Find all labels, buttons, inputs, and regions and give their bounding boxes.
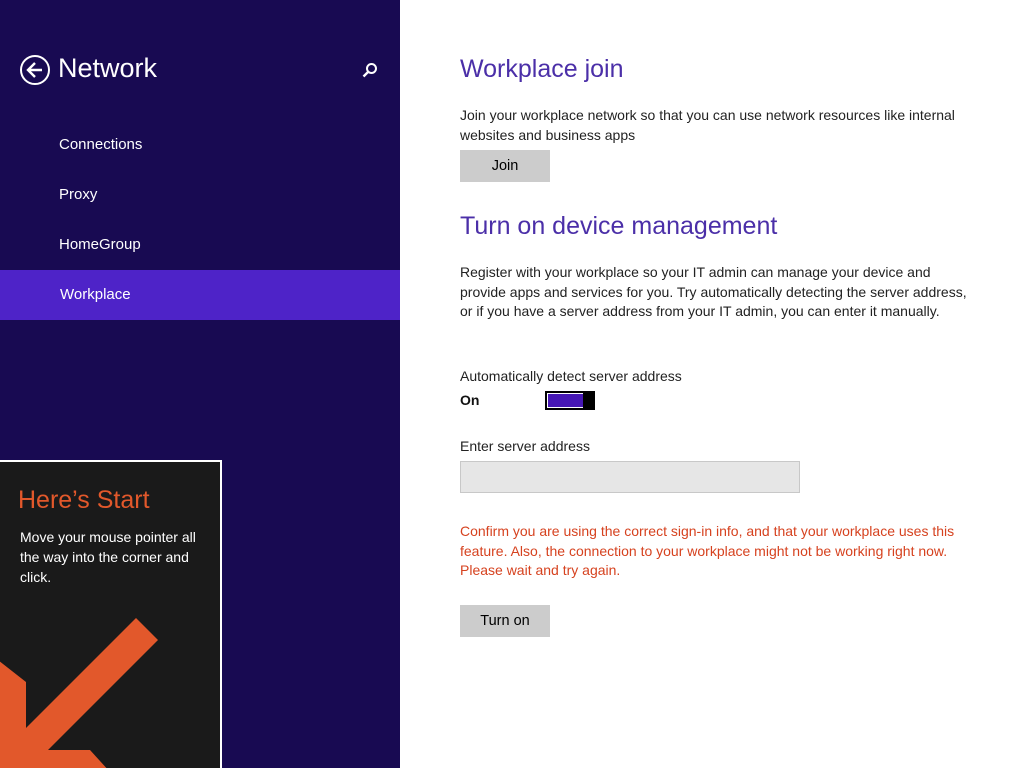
server-address-label: Enter server address	[460, 438, 590, 454]
nav-item-label: HomeGroup	[59, 236, 141, 253]
tip-body: Move your mouse pointer all the way into…	[20, 529, 196, 585]
device-management-heading: Turn on device management	[460, 212, 778, 240]
tip-title: Here’s Start	[18, 486, 150, 514]
start-tip-panel: Here’s Start Move your mouse pointer all…	[0, 460, 222, 768]
toggle-fill	[548, 394, 583, 407]
nav-item-homegroup[interactable]: HomeGroup	[0, 220, 400, 270]
nav-item-workplace[interactable]: Workplace	[0, 270, 400, 320]
toggle-thumb[interactable]	[583, 391, 595, 410]
auto-detect-label: Automatically detect server address	[460, 368, 682, 384]
nav-item-proxy[interactable]: Proxy	[0, 170, 400, 220]
back-arrow-icon[interactable]	[20, 55, 50, 85]
nav-item-label: Workplace	[60, 286, 131, 303]
auto-detect-toggle[interactable]	[545, 391, 595, 410]
device-management-description: Register with your workplace so your IT …	[460, 264, 967, 319]
nav-item-connections[interactable]: Connections	[0, 120, 400, 170]
toggle-state-text: On	[460, 392, 480, 408]
nav-item-label: Proxy	[59, 186, 98, 203]
error-message: Confirm you are using the correct sign-i…	[460, 523, 955, 578]
corner-arrow-icon	[0, 618, 158, 768]
page-title: Network	[58, 53, 158, 83]
search-icon[interactable]	[362, 62, 378, 83]
server-address-input[interactable]	[460, 461, 800, 493]
workplace-join-heading: Workplace join	[460, 55, 624, 83]
workplace-join-description: Join your workplace network so that you …	[460, 107, 955, 143]
nav-item-label: Connections	[59, 136, 143, 153]
back-arrow-glyph	[26, 62, 42, 78]
turn-on-button[interactable]: Turn on	[460, 605, 550, 637]
join-button[interactable]: Join	[460, 150, 550, 182]
